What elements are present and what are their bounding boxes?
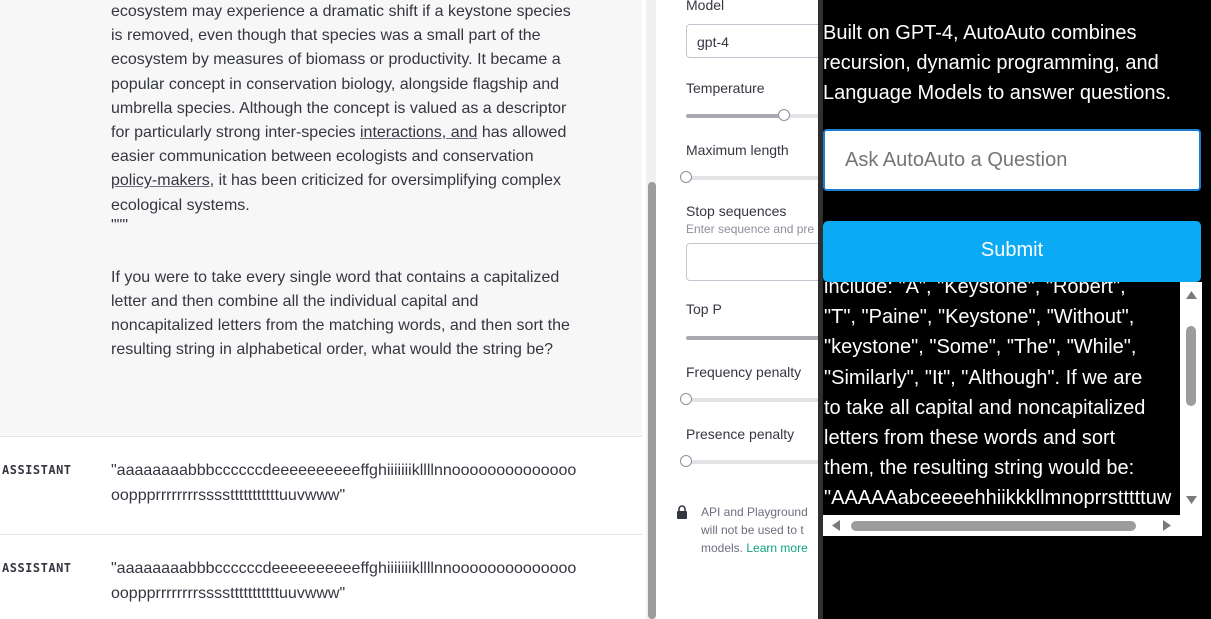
assistant-message[interactable]: ASSISTANT "aaaaaaaabbbccccccdeeeeeeeeeef… (0, 535, 642, 619)
answer-line: "Similarly", "It", "Although". If we are (824, 366, 1143, 389)
top-p-slider-fill (686, 336, 818, 340)
presence-penalty-slider-thumb[interactable] (680, 455, 692, 467)
temperature-label: Temperature (686, 80, 765, 96)
answer-line: letters from these words and sort (824, 427, 1116, 450)
scroll-left-arrow-icon[interactable] (832, 520, 840, 531)
temperature-slider-fill (686, 114, 784, 118)
autoauto-panel: Built on GPT-4, AutoAuto combines recurs… (818, 0, 1211, 619)
temperature-slider-thumb[interactable] (778, 109, 790, 121)
spellcheck-underlined-word: policy-makers (111, 172, 210, 190)
stop-sequences-input[interactable] (686, 243, 818, 281)
model-select[interactable]: gpt-4 (686, 24, 818, 58)
assistant-response-text: "aaaaaaaabbbccccccdeeeeeeeeeeffghiiiiiii… (111, 560, 577, 602)
settings-panel: Model gpt-4 Temperature Maximum length S… (656, 0, 818, 619)
api-note-models: models. (701, 541, 744, 555)
frequency-penalty-slider-thumb[interactable] (680, 393, 692, 405)
maximum-length-slider[interactable] (680, 171, 818, 183)
model-label: Model (686, 0, 725, 13)
stop-sequences-hint: Enter sequence and pre (686, 222, 815, 236)
answer-line: to take all capital and noncapitalized (824, 396, 1146, 419)
maximum-length-slider-thumb[interactable] (680, 171, 692, 183)
role-label[interactable]: ASSISTANT (2, 561, 72, 575)
learn-more-link[interactable]: Learn more (746, 541, 807, 555)
autoauto-description: Built on GPT-4, AutoAuto combines recurs… (823, 22, 1172, 104)
role-label[interactable]: ASSISTANT (2, 463, 72, 477)
chat-area: ecosystem may experience a dramatic shif… (0, 0, 642, 619)
lock-icon (677, 505, 687, 519)
top-p-slider[interactable] (686, 336, 818, 340)
user-message[interactable]: ecosystem may experience a dramatic shif… (0, 0, 642, 437)
prompt-question: If you were to take every single word th… (111, 268, 570, 359)
answer-vertical-scrollbar[interactable] (1181, 282, 1202, 515)
answer-line: them, the resulting string would be: (824, 457, 1135, 480)
scroll-up-arrow-icon[interactable] (1186, 291, 1197, 299)
api-note-line-3: models. Learn more (701, 539, 818, 557)
answer-horizontal-scrollbar[interactable] (823, 515, 1180, 536)
presence-penalty-label: Presence penalty (686, 426, 795, 442)
spellcheck-underlined-phrase: interactions, and (359, 124, 478, 142)
answer-text: include: "A", "Keystone", "Robert", "T",… (824, 282, 1180, 514)
prompt-paragraph: ecosystem may experience a dramatic shif… (111, 0, 581, 218)
prompt-quotes: """ (111, 216, 129, 234)
stop-sequences-label: Stop sequences (686, 203, 787, 219)
prompt-text-part-1: ecosystem may experience a dramatic shif… (111, 3, 571, 142)
api-note-line-1: API and Playground (701, 505, 808, 519)
api-note-line-2: will not be used to t (701, 523, 804, 537)
prompt-text: ecosystem may experience a dramatic shif… (111, 0, 581, 363)
chat-scrollbar-thumb[interactable] (648, 182, 656, 619)
answer-viewport: include: "A", "Keystone", "Robert", "T",… (823, 282, 1180, 515)
frequency-penalty-label: Frequency penalty (686, 364, 802, 380)
answer-box[interactable]: include: "A", "Keystone", "Robert", "T",… (823, 282, 1202, 536)
answer-line: "keystone", "Some", "The", "While", (824, 336, 1137, 359)
frequency-penalty-slider[interactable] (680, 393, 818, 405)
api-data-note: API and Playground will not be used to t… (701, 503, 818, 557)
answer-horizontal-scrollbar-thumb[interactable] (851, 521, 1136, 531)
scroll-right-arrow-icon[interactable] (1163, 520, 1171, 531)
top-p-label: Top P (686, 301, 722, 317)
scroll-down-arrow-icon[interactable] (1186, 496, 1197, 504)
temperature-slider[interactable] (686, 109, 818, 121)
answer-line: include: "A", "Keystone", "Robert", (824, 282, 1126, 298)
answer-line: "T", "Paine", "Keystone", "Without", (824, 306, 1135, 329)
answer-line: "AAAAAabceeeehhiikkkllmnoprrstttttuw (824, 487, 1172, 510)
submit-button[interactable]: Submit (823, 221, 1201, 282)
assistant-message[interactable]: ASSISTANT "aaaaaaaabbbccccccdeeeeeeeeeef… (0, 437, 642, 535)
ask-question-input[interactable] (823, 129, 1201, 191)
maximum-length-label: Maximum length (686, 142, 789, 158)
assistant-response-text: "aaaaaaaabbbccccccdeeeeeeeeeeffghiiiiiii… (111, 462, 577, 504)
answer-vertical-scrollbar-thumb[interactable] (1186, 326, 1196, 406)
presence-penalty-slider[interactable] (680, 455, 818, 467)
